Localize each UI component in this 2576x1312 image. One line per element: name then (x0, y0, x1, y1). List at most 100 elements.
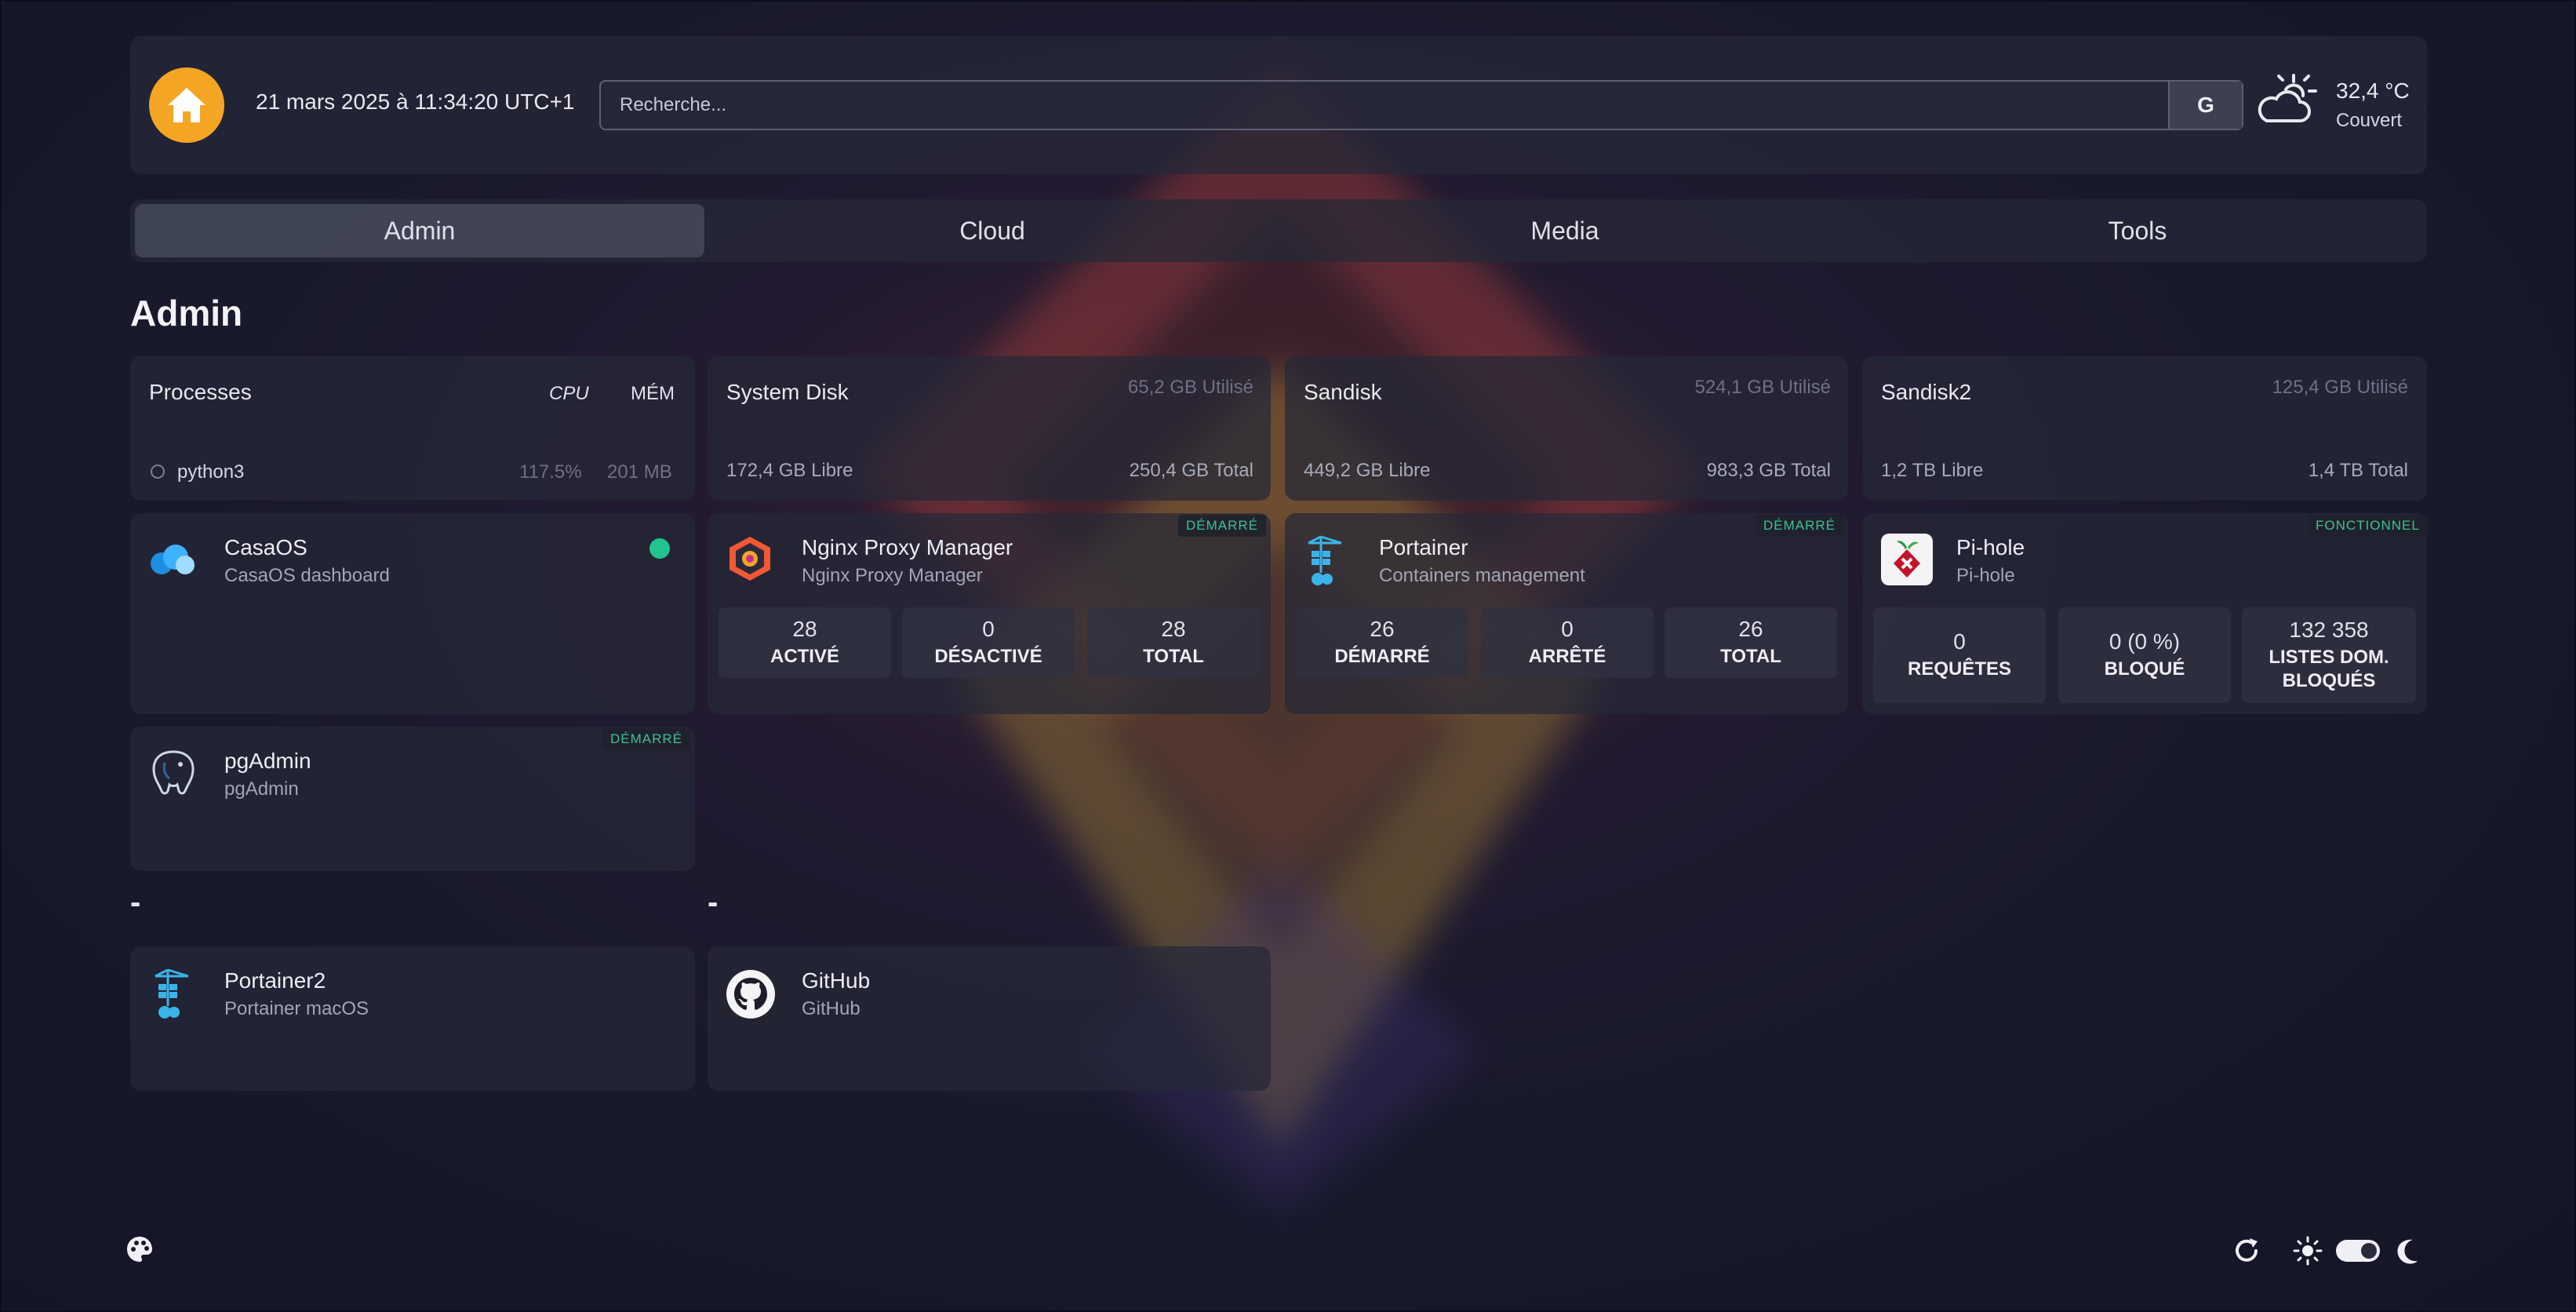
service-name: pgAdmin (224, 749, 311, 773)
home-button[interactable] (149, 67, 224, 143)
portainer-icon (1308, 535, 1342, 585)
stat-label: TOTAL (1143, 646, 1204, 667)
stat-value: 0 (1561, 617, 1574, 641)
weather-temperature: 32,4 °C (2336, 78, 2410, 103)
stat-enabled: 28 ACTIVÉ (719, 607, 891, 678)
tab-bar: Admin Cloud Media Tools (130, 199, 2427, 262)
search-provider-button[interactable]: G (2168, 82, 2242, 129)
service-description: Nginx Proxy Manager (802, 565, 983, 586)
stat-value: 0 (0 %) (2108, 629, 2181, 654)
stat-label: ARRÊTÉ (1528, 646, 1606, 667)
toggle-knob (2361, 1243, 2377, 1259)
pihole-icon (1881, 534, 1933, 585)
disk-name: System Disk (726, 380, 849, 404)
search-box: G (599, 80, 2243, 130)
stat-total: 28 TOTAL (1087, 607, 1260, 678)
home-icon (168, 88, 206, 122)
page: 21 mars 2025 à 11:34:20 UTC+1 G 32,4 °C … (0, 0, 2576, 1312)
service-name: Portainer2 (224, 968, 326, 993)
service-name: GitHub (802, 968, 871, 993)
stat-label: ACTIVÉ (770, 646, 839, 667)
service-card-portainer2[interactable] (130, 946, 695, 1091)
github-icon (726, 970, 775, 1019)
status-badge: FONCTIONNEL (2308, 515, 2428, 537)
casaos-icon (151, 545, 195, 574)
disk-free: 172,4 GB Libre (726, 460, 853, 481)
stat-total: 26 TOTAL (1665, 607, 1837, 678)
nginx-proxy-manager-icon (730, 537, 770, 581)
process-mem: 201 MB (607, 461, 672, 483)
stat-blocklists: 132 358 LISTES DOM. BLOQUÉS (2242, 607, 2416, 703)
refresh-icon[interactable] (2231, 1235, 2262, 1266)
tab-admin[interactable]: Admin (135, 204, 704, 257)
datetime: 21 mars 2025 à 11:34:20 UTC+1 (256, 89, 575, 114)
stat-value: 0 (982, 617, 995, 641)
disk-total: 983,3 GB Total (1706, 460, 1831, 481)
service-description: GitHub (802, 998, 860, 1019)
stat-label: BLOQUÉ (2104, 658, 2185, 680)
process-cpu: 117.5% (519, 461, 582, 483)
stat-value: 28 (1161, 617, 1186, 641)
section-title: Admin (130, 293, 243, 333)
stat-started: 26 DÉMARRÉ (1296, 607, 1468, 678)
group-title: - (130, 885, 141, 920)
disk-used: 65,2 GB Utilisé (1127, 377, 1253, 398)
stat-stopped: 0 ARRÊTÉ (1481, 607, 1654, 678)
stat-blocked: 0 (0 %) BLOQUÉ (2058, 607, 2231, 703)
stat-label: TOTAL (1720, 646, 1781, 667)
disk-total: 1,4 TB Total (2308, 460, 2408, 481)
service-name: Pi-hole (1956, 535, 2025, 559)
status-badge: DÉMARRÉ (1178, 515, 1267, 537)
service-card-casaos[interactable] (130, 513, 695, 714)
service-description: pgAdmin (224, 778, 299, 800)
disk-name: Sandisk2 (1881, 380, 1972, 404)
google-icon: G (2197, 93, 2214, 117)
stat-value: 26 (1370, 617, 1395, 641)
stat-value: 26 (1738, 617, 1763, 641)
status-indicator (649, 538, 670, 559)
disk-free: 1,2 TB Libre (1881, 460, 1984, 481)
stat-value: 28 (792, 617, 817, 641)
pgadmin-icon (152, 750, 195, 795)
disk-total: 250,4 GB Total (1129, 460, 1253, 481)
tab-cloud[interactable]: Cloud (708, 204, 1277, 257)
service-name: Portainer (1379, 535, 1468, 559)
partly-cloudy-day-icon (2258, 74, 2317, 122)
stat-value: 0 (1953, 629, 1966, 654)
stat-label-line1: LISTES DOM. (2269, 647, 2389, 668)
disk-name: Sandisk (1304, 380, 1382, 404)
disk-free: 449,2 GB Libre (1304, 460, 1431, 481)
theme-toggle[interactable] (2336, 1240, 2380, 1262)
stat-label: REQUÊTES (1907, 658, 2012, 680)
service-description: Pi-hole (1956, 565, 2015, 586)
process-status-icon (151, 465, 165, 479)
palette-icon[interactable] (124, 1234, 155, 1265)
stat-queries: 0 REQUÊTES (1873, 607, 2046, 703)
disk-used: 125,4 GB Utilisé (2272, 377, 2408, 398)
stat-value: 132 358 (2289, 618, 2369, 642)
mem-column-header: MÉM (631, 383, 675, 404)
portainer-icon (155, 968, 189, 1019)
search-input[interactable] (601, 82, 2168, 129)
stat-label: DÉMARRÉ (1334, 646, 1430, 667)
processes-title: Processes (149, 380, 252, 404)
stat-label-line2: BLOQUÉS (2282, 670, 2376, 691)
group-title: - (708, 885, 719, 920)
service-description: Containers management (1379, 565, 1585, 586)
process-name: python3 (177, 461, 245, 483)
weather-condition: Couvert (2336, 110, 2403, 131)
status-badge: DÉMARRÉ (602, 728, 691, 750)
disk-used: 524,1 GB Utilisé (1694, 377, 1831, 398)
service-description: CasaOS dashboard (224, 565, 390, 586)
sun-icon[interactable] (2292, 1235, 2323, 1266)
service-name: CasaOS (224, 535, 307, 559)
stat-label: DÉSACTIVÉ (934, 646, 1042, 667)
service-description: Portainer macOS (224, 998, 369, 1019)
moon-icon[interactable] (2392, 1235, 2424, 1266)
service-name: Nginx Proxy Manager (802, 535, 1013, 559)
service-card-github[interactable] (708, 946, 1271, 1091)
stat-disabled: 0 DÉSACTIVÉ (902, 607, 1075, 678)
tab-tools[interactable]: Tools (1853, 204, 2422, 257)
cpu-column-header: CPU (549, 383, 589, 404)
tab-media[interactable]: Media (1280, 204, 1850, 257)
